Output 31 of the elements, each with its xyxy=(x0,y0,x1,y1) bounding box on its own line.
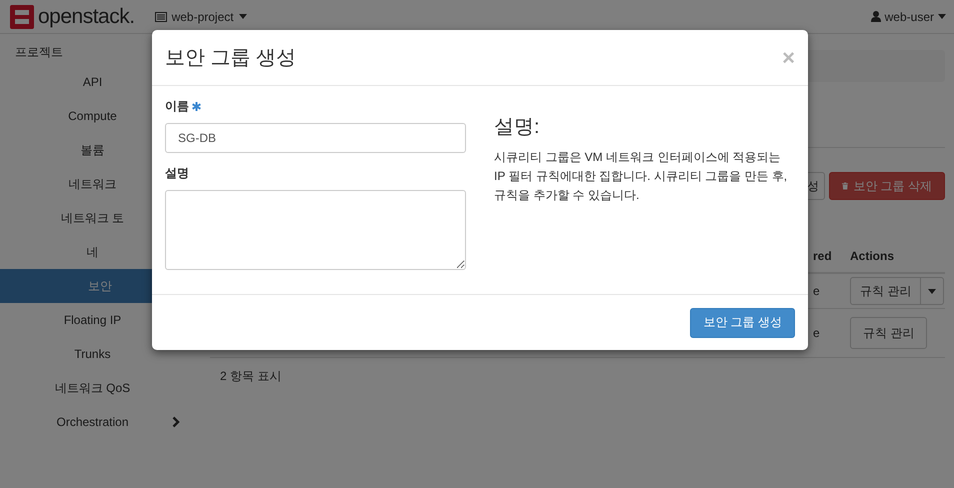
modal-title: 보안 그룹 생성 xyxy=(165,46,296,72)
delete-button[interactable]: 보안 그룹 삭제 xyxy=(829,172,945,200)
column-header: red xyxy=(812,249,833,263)
field-label: 설명 xyxy=(165,165,189,182)
help-text: 시큐리티 그룹은 VM 네트워크 인터페이스에 적용되는 IP 필터 규칙에대한 집합니다. 시큐리티 그룹을 만든 후, 규칙을 추가할 수 있습니다. xyxy=(494,149,788,204)
field-label: 이름 xyxy=(165,98,189,116)
user-icon xyxy=(870,11,881,22)
column-header: Actions xyxy=(850,249,896,263)
create-button[interactable]: 보안 그룹 생성 xyxy=(690,308,795,338)
caret-icon xyxy=(928,288,936,294)
sidebar-heading: 프로젝트 xyxy=(15,45,63,59)
caret-icon xyxy=(238,14,247,19)
logo-text: openstack. xyxy=(38,4,135,28)
description-field[interactable] xyxy=(165,190,466,270)
manage-rules-button[interactable]: 규칙 관리 xyxy=(850,277,922,305)
manage-rules-button[interactable]: 규칙 관리 xyxy=(850,317,928,349)
logo-icon xyxy=(10,4,34,28)
caret-icon xyxy=(938,14,946,19)
sidebar-item[interactable]: 네트워크 QoS xyxy=(0,371,185,405)
sidebar-item[interactable]: Orchestration xyxy=(0,405,185,439)
trash-icon xyxy=(842,181,848,191)
table-cell-text: e xyxy=(812,284,821,298)
table-cell-text: e xyxy=(812,326,821,340)
name-field[interactable]: SG-DB xyxy=(165,123,466,154)
item-count: 2 항목 표시 xyxy=(219,368,282,385)
project-dropdown[interactable]: web-project xyxy=(154,10,247,24)
help-heading: 설명: xyxy=(494,115,541,140)
user-menu[interactable]: web-user xyxy=(870,10,946,24)
chevron-icon xyxy=(172,416,180,428)
project-icon xyxy=(154,12,167,22)
more-actions-button[interactable] xyxy=(921,277,944,305)
